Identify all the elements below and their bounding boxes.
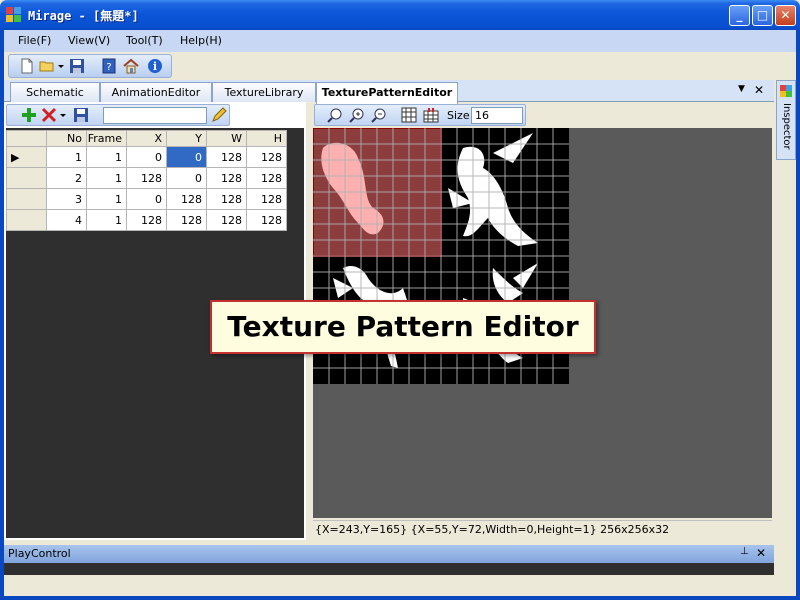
home-icon[interactable] — [123, 58, 139, 74]
window-border-right — [796, 30, 800, 600]
table-row[interactable]: 3 1 0 128 128 128 — [6, 188, 287, 210]
table-row[interactable]: 2 1 128 0 128 128 — [6, 167, 287, 189]
frame-grid: No Frame X Y W H ▶ 1 1 0 0 128 128 2 1 1… — [6, 130, 287, 231]
column-header-no[interactable]: No — [46, 130, 87, 147]
table-row[interactable]: 4 1 128 128 128 128 — [6, 209, 287, 231]
zoom-in-icon[interactable] — [349, 107, 365, 123]
cell-x[interactable]: 128 — [126, 167, 167, 189]
cell-frame[interactable]: 1 — [86, 209, 127, 231]
snap-icon[interactable] — [423, 107, 439, 123]
delete-icon[interactable] — [41, 107, 57, 123]
app-icon — [6, 7, 22, 23]
playcontrol-close-button[interactable]: ✕ — [756, 546, 766, 560]
tab-list-dropdown[interactable]: ▼ — [738, 84, 745, 94]
cell-no[interactable]: 1 — [46, 146, 87, 168]
pin-icon[interactable]: ⊥ — [740, 546, 749, 557]
document-tabs: Schematic AnimationEditor TextureLibrary… — [4, 80, 774, 104]
tab-texture-pattern-editor[interactable]: TexturePatternEditor — [316, 82, 458, 104]
cell-x[interactable]: 0 — [126, 188, 167, 210]
cell-h[interactable]: 128 — [246, 188, 287, 210]
cell-frame[interactable]: 1 — [86, 167, 127, 189]
window-title: Mirage - [無題*] — [28, 9, 139, 23]
column-header-w[interactable]: W — [206, 130, 247, 147]
editor-status-bar: {X=243,Y=165} {X=55,Y=72,Width=0,Height=… — [313, 520, 772, 538]
svg-text:i: i — [153, 60, 157, 73]
open-folder-icon[interactable] — [39, 58, 55, 74]
cell-y-selected[interactable]: 0 — [166, 146, 207, 168]
grid-header-row: No Frame X Y W H — [6, 130, 287, 147]
cell-no[interactable]: 2 — [46, 167, 87, 189]
menu-file[interactable]: File(F) — [18, 34, 51, 47]
row-header[interactable] — [6, 167, 47, 189]
cell-y[interactable]: 128 — [166, 188, 207, 210]
tab-close-button[interactable]: ✕ — [754, 83, 764, 97]
cell-y[interactable]: 128 — [166, 209, 207, 231]
menu-view[interactable]: View(V) — [68, 34, 110, 47]
menu-help[interactable]: Help(H) — [180, 34, 222, 47]
add-icon[interactable] — [21, 107, 37, 123]
current-row-indicator-icon[interactable]: ▶ — [6, 146, 47, 168]
column-header-y[interactable]: Y — [166, 130, 207, 147]
grid-icon[interactable] — [401, 107, 417, 123]
menu-tool[interactable]: Tool(T) — [126, 34, 163, 47]
column-header-h[interactable]: H — [246, 130, 287, 147]
cell-w[interactable]: 128 — [206, 209, 247, 231]
svg-text:?: ? — [106, 62, 111, 73]
row-header-corner — [6, 130, 47, 147]
save-icon[interactable] — [73, 107, 89, 123]
row-header[interactable] — [6, 188, 47, 210]
inspector-side-tab[interactable]: Inspector — [776, 80, 796, 160]
dropdown-arrow-icon[interactable] — [59, 107, 67, 123]
editor-title-callout: Texture Pattern Editor — [210, 300, 596, 354]
grid-toolbar — [6, 104, 230, 126]
row-header[interactable] — [6, 209, 47, 231]
cell-h[interactable]: 128 — [246, 146, 287, 168]
dropdown-arrow-icon[interactable] — [57, 58, 65, 74]
window-status-bar — [4, 576, 796, 596]
cell-w[interactable]: 128 — [206, 146, 247, 168]
cell-no[interactable]: 3 — [46, 188, 87, 210]
title-bar[interactable]: Mirage - [無題*] _ □ ✕ — [0, 0, 800, 30]
cell-no[interactable]: 4 — [46, 209, 87, 231]
zoom-fit-icon[interactable] — [327, 107, 343, 123]
column-header-frame[interactable]: Frame — [86, 130, 127, 147]
pencil-icon[interactable] — [211, 107, 227, 123]
minimize-button[interactable]: _ — [729, 5, 750, 26]
cell-w[interactable]: 128 — [206, 167, 247, 189]
cell-h[interactable]: 128 — [246, 209, 287, 231]
save-icon[interactable] — [69, 58, 85, 74]
tab-animation-editor[interactable]: AnimationEditor — [100, 82, 212, 102]
playcontrol-body — [4, 563, 774, 575]
info-icon[interactable]: i — [147, 58, 163, 74]
inspector-icon — [780, 85, 792, 97]
cell-x[interactable]: 0 — [126, 146, 167, 168]
tab-schematic[interactable]: Schematic — [10, 82, 100, 102]
zoom-out-icon[interactable] — [371, 107, 387, 123]
window-border-bottom — [0, 596, 800, 600]
editor-toolbar: Size 16 — [314, 104, 526, 126]
cell-frame[interactable]: 1 — [86, 146, 127, 168]
inspector-label[interactable]: Inspector — [781, 103, 792, 150]
help-book-icon[interactable]: ? — [101, 58, 117, 74]
grid-filter-input[interactable] — [103, 107, 207, 124]
playcontrol-panel-header[interactable]: PlayControl ⊥ ✕ — [4, 545, 774, 563]
close-button[interactable]: ✕ — [775, 5, 796, 26]
cell-h[interactable]: 128 — [246, 167, 287, 189]
main-toolbar: ? i — [8, 54, 172, 78]
cell-y[interactable]: 0 — [166, 167, 207, 189]
tab-texture-library[interactable]: TextureLibrary — [212, 82, 316, 102]
grid-size-input[interactable]: 16 — [471, 107, 523, 124]
cell-w[interactable]: 128 — [206, 188, 247, 210]
maximize-button[interactable]: □ — [752, 5, 773, 26]
cell-frame[interactable]: 1 — [86, 188, 127, 210]
table-row[interactable]: ▶ 1 1 0 0 128 128 — [6, 146, 287, 168]
new-file-icon[interactable] — [19, 58, 35, 74]
menu-bar: File(F) View(V) Tool(T) Help(H) — [4, 30, 796, 52]
column-header-x[interactable]: X — [126, 130, 167, 147]
cell-x[interactable]: 128 — [126, 209, 167, 231]
playcontrol-title: PlayControl — [8, 547, 71, 560]
size-label: Size — [447, 109, 470, 122]
